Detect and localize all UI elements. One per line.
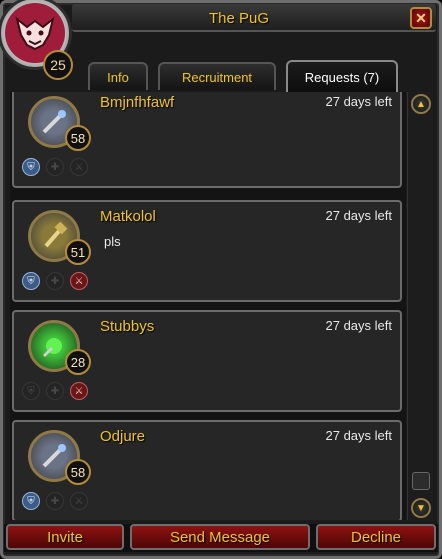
title-bar: The PuG ✕: [72, 4, 436, 32]
player-name: Stubbys: [100, 318, 155, 335]
invite-button[interactable]: Invite: [6, 524, 124, 550]
damage-sword-icon: ⚔: [70, 382, 88, 400]
guild-level-badge: 25: [43, 50, 73, 80]
healer-cross-icon: ✚: [46, 382, 64, 400]
decline-button[interactable]: Decline: [316, 524, 436, 550]
tank-shield-icon: ⛨: [22, 158, 40, 176]
player-level: 58: [65, 125, 91, 151]
fel-orb-icon: 28: [28, 320, 91, 375]
damage-sword-icon: ⚔: [70, 272, 88, 290]
healer-cross-icon: ✚: [46, 158, 64, 176]
close-icon[interactable]: ✕: [410, 7, 432, 29]
tab-recruitment[interactable]: Recruitment: [158, 62, 276, 90]
request-entry[interactable]: 58 Odjure 27 days left ⛨ ✚ ⚔: [12, 420, 402, 520]
request-entry[interactable]: 58 Bmjnfhfawf 27 days left ⛨ ✚ ⚔: [12, 92, 402, 188]
player-level: 28: [65, 349, 91, 375]
role-icons: ⛨ ✚ ⚔: [22, 158, 88, 176]
request-entry[interactable]: 51 Matkolol 27 days left pls ⛨ ✚ ⚔: [12, 200, 402, 302]
player-name: Odjure: [100, 428, 146, 445]
time-left: 27 days left: [325, 94, 393, 109]
scroll-up-arrow-icon[interactable]: ▲: [411, 94, 431, 114]
request-entry[interactable]: 28 Stubbys 27 days left ⛨ ✚ ⚔: [12, 310, 402, 412]
healer-cross-icon: ✚: [46, 492, 64, 510]
scroll-thumb[interactable]: [412, 472, 430, 490]
tank-shield-icon: ⛨: [22, 272, 40, 290]
tab-info[interactable]: Info: [88, 62, 148, 90]
player-level: 51: [65, 239, 91, 265]
request-list: 58 Bmjnfhfawf 27 days left ⛨ ✚ ⚔ 51 Matk…: [10, 92, 406, 520]
tank-shield-icon: ⛨: [22, 382, 40, 400]
scroll-down-arrow-icon[interactable]: ▼: [411, 498, 431, 518]
action-bar: Invite Send Message Decline: [4, 524, 438, 552]
time-left: 27 days left: [325, 428, 393, 443]
player-level: 58: [65, 459, 91, 485]
scrollbar[interactable]: ▲ ▼: [407, 92, 433, 520]
role-icons: ⛨ ✚ ⚔: [22, 382, 88, 400]
tank-shield-icon: ⛨: [22, 492, 40, 510]
tab-requests[interactable]: Requests (7): [286, 60, 398, 92]
healer-cross-icon: ✚: [46, 272, 64, 290]
damage-sword-icon: ⚔: [70, 492, 88, 510]
send-message-button[interactable]: Send Message: [130, 524, 310, 550]
damage-sword-icon: ⚔: [70, 158, 88, 176]
window-title: The PuG: [208, 10, 270, 27]
request-message: pls: [104, 234, 121, 249]
role-icons: ⛨ ✚ ⚔: [22, 272, 88, 290]
player-name: Bmjnfhfawf: [100, 94, 175, 111]
time-left: 27 days left: [325, 208, 393, 223]
role-icons: ⛨ ✚ ⚔: [22, 492, 88, 510]
time-left: 27 days left: [325, 318, 393, 333]
mage-staff-icon: 58: [28, 96, 91, 151]
player-name: Matkolol: [100, 208, 156, 225]
mage-staff-icon: 58: [28, 430, 91, 485]
paladin-hammer-icon: 51: [28, 210, 91, 265]
